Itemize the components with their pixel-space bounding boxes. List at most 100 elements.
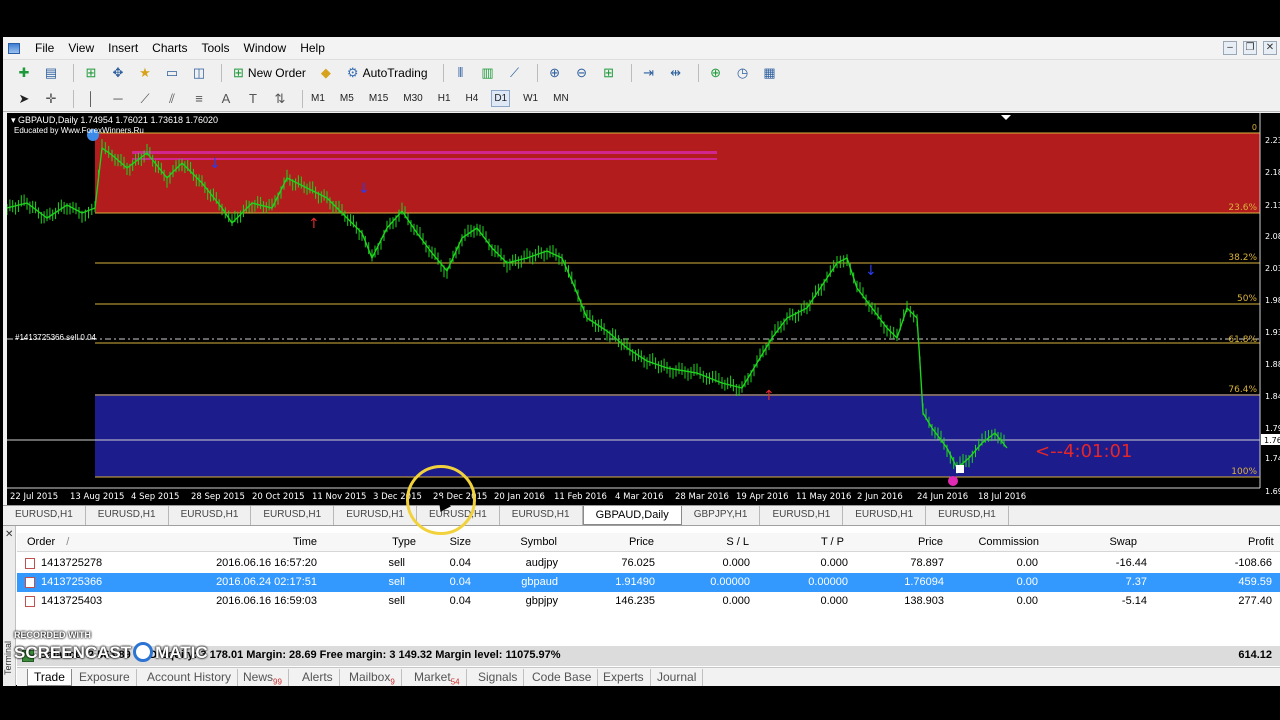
chart-tab[interactable]: EURUSD,H1 — [843, 506, 927, 525]
bar-chart-icon[interactable]: ⫴ — [450, 63, 472, 83]
menu-window[interactable]: Window — [237, 41, 294, 55]
menu-insert[interactable]: Insert — [101, 41, 145, 55]
chart-tab[interactable]: EURUSD,H1 — [760, 506, 844, 525]
close-icon[interactable]: ✕ — [5, 529, 13, 540]
chart-tab[interactable]: GBPJPY,H1 — [682, 506, 761, 525]
strategy-tester-icon[interactable]: ◫ — [188, 63, 210, 83]
text-label-icon[interactable]: T — [242, 89, 264, 109]
timeframe-h4[interactable]: H4 — [464, 91, 481, 106]
tab-trade[interactable]: Trade — [27, 669, 72, 686]
timeframe-m30[interactable]: M30 — [401, 91, 424, 106]
menu-help[interactable]: Help — [293, 41, 332, 55]
channel-icon[interactable]: ⫽ — [161, 89, 183, 109]
tab-account-history[interactable]: Account History — [141, 669, 239, 686]
col-header-price[interactable]: Price — [897, 533, 943, 552]
col-header-order[interactable]: Order / — [27, 533, 69, 552]
trade-row-selected[interactable]: 1413725366 2016.06.24 02:17:51 sell 0.04… — [17, 573, 1280, 592]
col-header-time[interactable]: Time — [247, 533, 317, 552]
menu-tools[interactable]: Tools — [195, 41, 237, 55]
chart-tab[interactable]: EURUSD,H1 — [334, 506, 417, 525]
price-tick: 1.93 — [1265, 328, 1280, 337]
candlestick-icon[interactable]: ▥ — [477, 63, 499, 83]
col-header-size[interactable]: Size — [427, 533, 471, 552]
chart-canvas[interactable]: ↓ ↓ ↓ ↑ ↑ 23.6% 38.2% 50% 61.8% 76.4% 10… — [7, 113, 1280, 505]
tab-signals[interactable]: Signals — [472, 669, 525, 686]
chart-tabs: EURUSD,H1 EURUSD,H1 EURUSD,H1 EURUSD,H1 … — [3, 505, 1280, 525]
trade-row[interactable]: 1413725403 2016.06.16 16:59:03 sell 0.04… — [17, 592, 1280, 611]
profiles-icon[interactable]: ▤ — [40, 63, 62, 83]
menu-file[interactable]: File — [28, 41, 61, 55]
horizontal-line-icon[interactable]: ─ — [107, 89, 129, 109]
tab-market[interactable]: Market54 — [408, 669, 467, 686]
chart-tab[interactable]: EURUSD,H1 — [926, 506, 1009, 525]
market-watch-icon[interactable]: ⊞ — [80, 63, 102, 83]
col-header-profit[interactable]: Profit — [1248, 533, 1274, 552]
date-tick: 11 Feb 2016 — [554, 492, 607, 502]
tab-experts[interactable]: Experts — [597, 669, 651, 686]
autotrading-button[interactable]: ⚙ AutoTrading — [342, 63, 433, 83]
zoom-out-icon[interactable]: ⊖ — [571, 63, 593, 83]
chart-tab[interactable]: EURUSD,H1 — [86, 506, 169, 525]
data-window-icon[interactable]: ✥ — [107, 63, 129, 83]
line-chart-icon[interactable]: ⟋ — [504, 63, 526, 83]
timeframe-mn[interactable]: MN — [551, 91, 571, 106]
autotrading-label: AutoTrading — [362, 66, 428, 80]
chart-shift-marker[interactable] — [1001, 115, 1011, 120]
tab-code-base[interactable]: Code Base — [526, 669, 599, 686]
col-header-tp[interactable]: T / P — [792, 533, 844, 552]
toolbar-divider — [536, 64, 538, 82]
col-header-sl[interactable]: S / L — [697, 533, 749, 552]
trade-row[interactable]: 1413725278 2016.06.16 16:57:20 sell 0.04… — [17, 554, 1280, 573]
col-header-swap[interactable]: Swap — [1087, 533, 1137, 552]
new-chart-icon[interactable]: ✚ — [13, 63, 35, 83]
navigator-icon[interactable]: ★ — [134, 63, 156, 83]
col-header-commission[interactable]: Commission — [957, 533, 1039, 552]
restore-icon[interactable]: ❐ — [1243, 41, 1257, 55]
tab-journal[interactable]: Journal — [651, 669, 704, 686]
timeframe-m15[interactable]: M15 — [367, 91, 390, 106]
trendline-icon[interactable]: ⟋ — [134, 89, 156, 109]
indicators-icon[interactable]: ⊕ — [705, 63, 727, 83]
tile-windows-icon[interactable]: ⊞ — [598, 63, 620, 83]
auto-scroll-icon[interactable]: ⇥ — [638, 63, 660, 83]
timeframe-h1[interactable]: H1 — [436, 91, 453, 106]
minimize-icon[interactable]: – — [1223, 41, 1237, 55]
vertical-line-icon[interactable]: │ — [80, 89, 102, 109]
terminal-icon[interactable]: ▭ — [161, 63, 183, 83]
tab-mailbox[interactable]: Mailbox9 — [343, 669, 402, 686]
new-order-button[interactable]: ⊞ New Order — [228, 63, 311, 83]
templates-icon[interactable]: ▦ — [759, 63, 781, 83]
arrows-icon[interactable]: ⇅ — [269, 89, 291, 109]
col-header-type[interactable]: Type — [362, 533, 416, 552]
zoom-in-icon[interactable]: ⊕ — [544, 63, 566, 83]
chart-tab-active[interactable]: GBPAUD,Daily — [582, 506, 682, 525]
chart-tab[interactable]: EURUSD,H1 — [251, 506, 335, 525]
timeframe-m1[interactable]: M1 — [309, 91, 327, 106]
timeframe-d1[interactable]: D1 — [491, 90, 511, 107]
chart-tab[interactable]: EURUSD,H1 — [3, 506, 86, 525]
menu-view[interactable]: View — [61, 41, 101, 55]
tab-exposure[interactable]: Exposure — [73, 669, 137, 686]
tab-news[interactable]: News99 — [237, 669, 289, 686]
metaeditor-icon[interactable]: ◆ — [315, 63, 337, 83]
chart-tab[interactable]: EURUSD,H1 — [500, 506, 583, 525]
col-header-order-label: Order — [27, 536, 56, 548]
col-header-open-price[interactable]: Price — [592, 533, 654, 552]
tab-code-base-label: Code Base — [532, 670, 592, 684]
price-chart[interactable]: ↓ ↓ ↓ ↑ ↑ 23.6% 38.2% 50% 61.8% 76.4% 10… — [7, 113, 1280, 505]
chart-tab[interactable]: EURUSD,H1 — [169, 506, 252, 525]
text-icon[interactable]: A — [215, 89, 237, 109]
crosshair-icon[interactable]: ✛ — [40, 89, 62, 109]
tab-alerts[interactable]: Alerts — [296, 669, 340, 686]
periods-icon[interactable]: ◷ — [732, 63, 754, 83]
chart-shift-icon[interactable]: ⇹ — [665, 63, 687, 83]
cursor-icon[interactable]: ➤ — [13, 89, 35, 109]
date-tick: 22 Jul 2015 — [10, 492, 58, 502]
timeframe-w1[interactable]: W1 — [521, 91, 540, 106]
col-header-symbol[interactable]: Symbol — [487, 533, 557, 552]
order-line-label[interactable]: #1413725366 sell 0.04 — [15, 333, 96, 342]
fibonacci-icon[interactable]: ≡ — [188, 89, 210, 109]
timeframe-m5[interactable]: M5 — [338, 91, 356, 106]
menu-charts[interactable]: Charts — [145, 41, 194, 55]
close-icon[interactable]: ✕ — [1263, 41, 1277, 55]
